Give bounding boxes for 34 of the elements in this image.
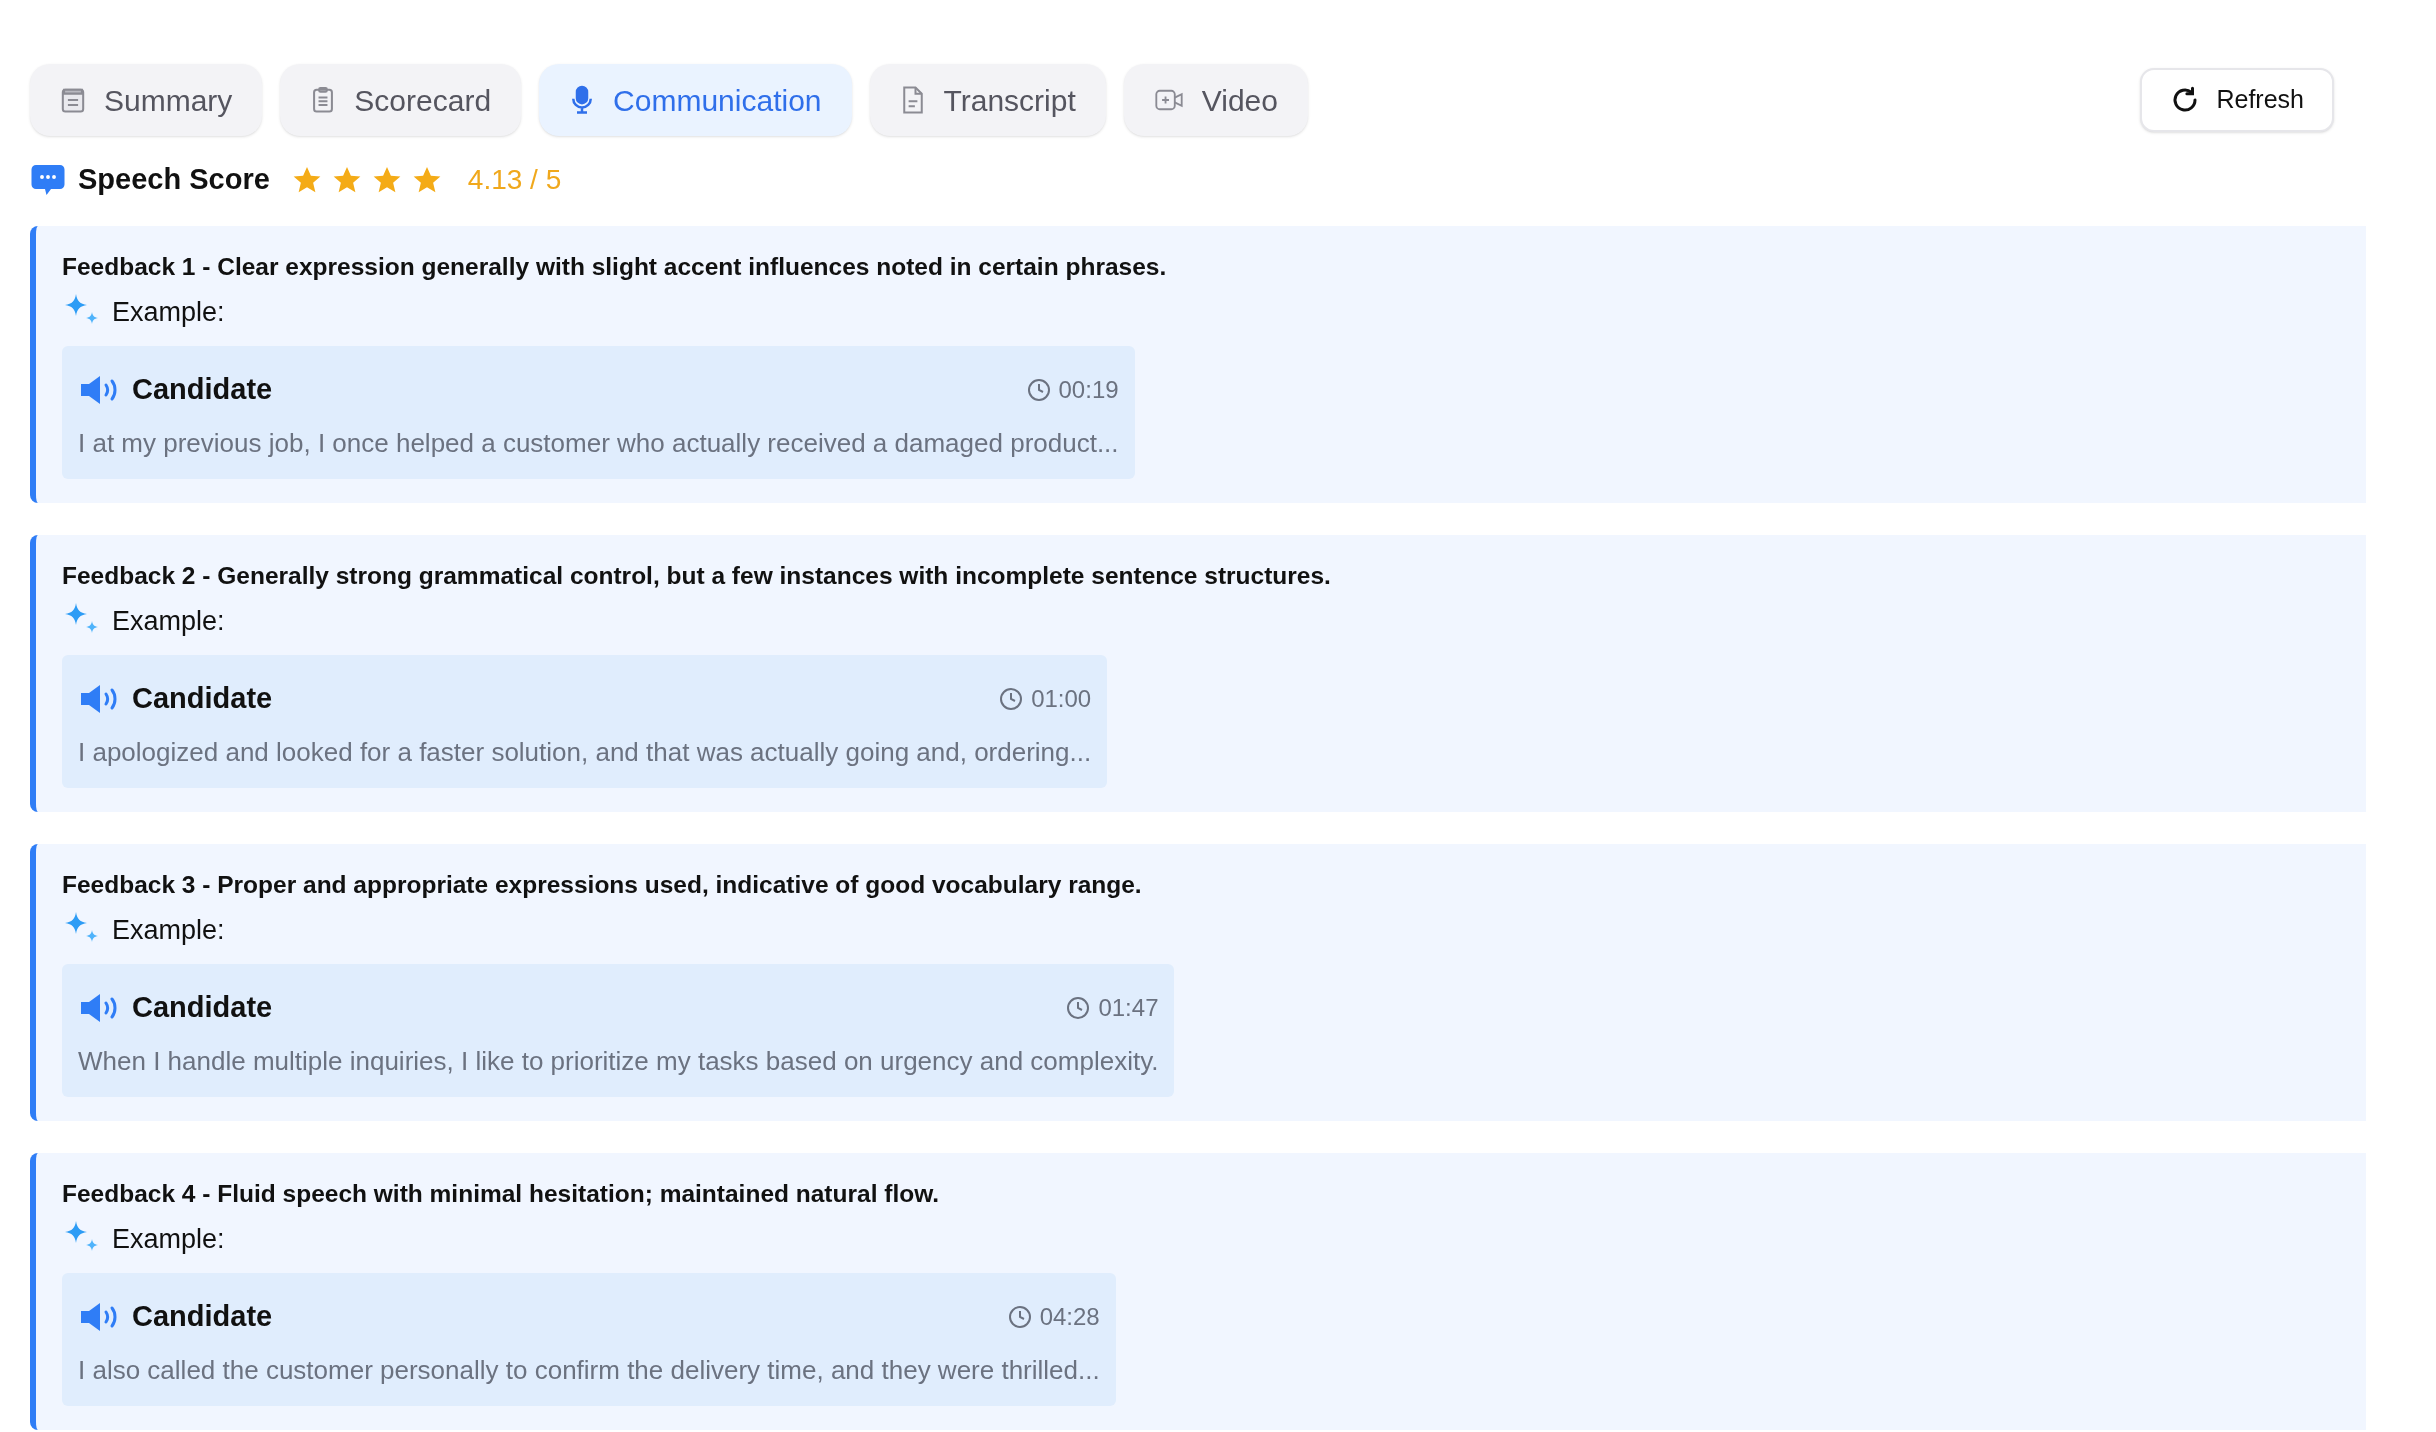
- score-value: 4.13 / 5: [467, 162, 562, 197]
- notepad-icon: [60, 86, 86, 114]
- example-label: Example:: [112, 913, 225, 947]
- quote-text: I apologized and looked for a faster solution, and that was actually going and, ordering...: [78, 735, 1092, 769]
- feedback-title: Feedback 1 - Clear expression generally with slight accent influences noted in certain phrases.: [62, 251, 1167, 282]
- refresh-button[interactable]: Refresh: [2140, 68, 2334, 132]
- video-camera-icon: [1153, 87, 1184, 113]
- speaker-name: Candidate: [132, 990, 273, 1025]
- speech-score-label: Speech Score: [78, 162, 270, 197]
- clock-icon: [1066, 995, 1091, 1020]
- example-label: Example:: [112, 1222, 225, 1256]
- tab[interactable]: Video: [1123, 64, 1308, 136]
- tab[interactable]: Transcript: [869, 64, 1106, 136]
- timestamp: 04:28: [1039, 1301, 1100, 1332]
- feedback-title: Feedback 4 - Fluid speech with minimal hesitation; maintained natural flow.: [62, 1178, 940, 1209]
- clock-icon: [1007, 1304, 1032, 1329]
- tab[interactable]: Scorecard: [280, 64, 522, 136]
- timestamp: 01:47: [1098, 992, 1159, 1023]
- feedback-title: Feedback 2 - Generally strong grammatical control, but a few instances with incomplete sentence structures.: [62, 560, 1331, 591]
- example-label: Example:: [112, 295, 225, 329]
- example-label: Example:: [112, 604, 225, 638]
- tab[interactable]: Summary: [30, 64, 263, 136]
- speaker-name: Candidate: [132, 372, 273, 407]
- quote-text: I also called the customer personally to confirm the delivery time, and they were thrilled...: [78, 1353, 1100, 1387]
- speaker-name: Candidate: [132, 1299, 273, 1334]
- quote-text: When I handle multiple inquiries, I like to prioritize my tasks based on urgency and complexity.: [78, 1044, 1159, 1078]
- quote-text: I at my previous job, I once helped a customer who actually received a damaged product...: [78, 426, 1119, 460]
- feedback-title: Feedback 3 - Proper and appropriate expressions used, indicative of good vocabulary range.: [62, 869, 1142, 900]
- clock-icon: [999, 686, 1024, 711]
- timestamp: 00:19: [1058, 374, 1119, 405]
- timestamp: 01:00: [1031, 683, 1092, 714]
- clock-icon: [1026, 377, 1051, 402]
- tab[interactable]: Communication: [539, 64, 852, 136]
- speaker-name: Candidate: [132, 681, 273, 716]
